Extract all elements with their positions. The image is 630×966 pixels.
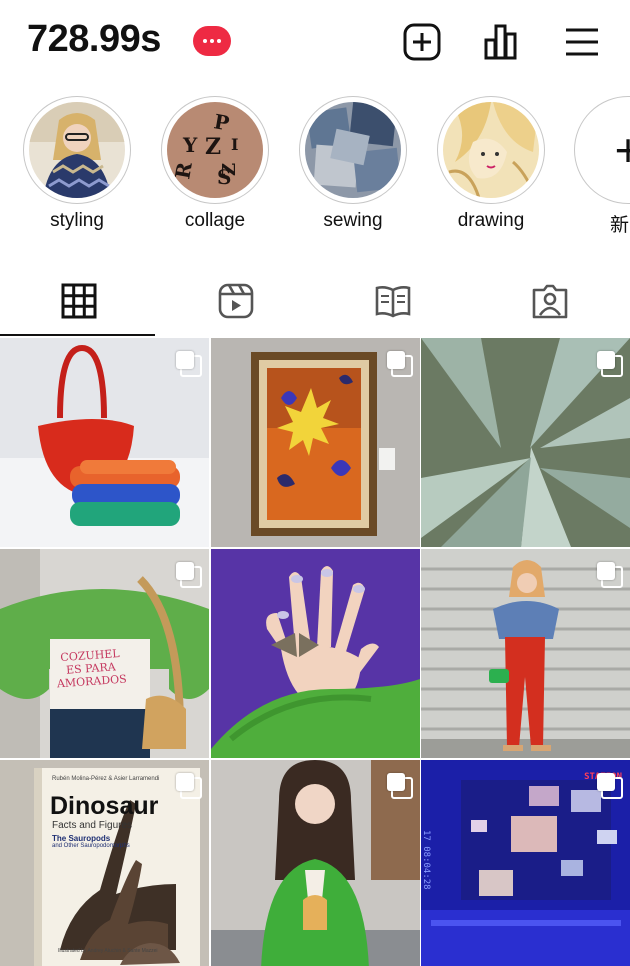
highlight-label: collage [184, 210, 246, 231]
tagged-icon [532, 284, 567, 319]
book-authors: Rubén Molina-Pérez & Asier Larramendi [52, 776, 160, 782]
tab-posts-grid[interactable] [0, 266, 157, 336]
multiple-photos-icon [176, 562, 202, 588]
post-thumbnail[interactable]: COZUHEL ES PARA AMORADOS [0, 549, 209, 758]
post-thumbnail[interactable] [211, 338, 420, 547]
post-thumbnail[interactable] [421, 338, 630, 547]
new-post-icon[interactable] [402, 22, 442, 62]
notification-badge[interactable] [193, 26, 231, 56]
highlight-label: sewing [323, 210, 383, 231]
active-tab-indicator [0, 334, 155, 336]
insights-icon[interactable] [482, 22, 522, 62]
post-thumbnail[interactable] [211, 760, 420, 966]
multiple-photos-icon [176, 773, 202, 799]
story-highlights: styling P Y Z I R S Z collage sewing dra… [0, 96, 630, 246]
svg-text:Y: Y [182, 133, 198, 157]
book-subtitle: Facts and Figures [52, 820, 133, 831]
svg-text:I: I [231, 135, 238, 154]
svg-text:Z: Z [205, 134, 221, 160]
profile-header: 728.99s [0, 0, 630, 86]
plus-icon: + [614, 124, 630, 176]
highlight-drawing[interactable]: drawing [436, 96, 546, 232]
highlight-label: styling [50, 210, 104, 231]
post-thumbnail[interactable]: Rubén Molina-Pérez & Asier Larramendi Di… [0, 760, 209, 966]
highlight-collage[interactable]: P Y Z I R S Z collage [160, 96, 270, 232]
multiple-photos-icon [597, 351, 623, 377]
highlight-sewing[interactable]: sewing [298, 96, 408, 232]
highlight-styling-cover [29, 102, 125, 198]
svg-text:Z: Z [219, 163, 240, 176]
post-thumbnail[interactable] [0, 338, 209, 547]
timestamp-overlay: 17 08:04:28 [421, 830, 431, 890]
post-thumbnail[interactable]: 17 08:04:28 STATION [421, 760, 630, 966]
multiple-photos-icon [387, 773, 413, 799]
reels-icon [218, 283, 253, 319]
highlight-new[interactable]: + 新 [574, 96, 630, 237]
guides-icon [375, 286, 410, 318]
highlight-collage-cover: P Y Z I R S Z [167, 102, 263, 198]
book-title: Dinosaur [50, 792, 159, 820]
shirt-print-text: COZUHEL ES PARA AMORADOS [56, 646, 128, 691]
profile-username[interactable]: 728.99s [27, 18, 161, 61]
highlight-styling[interactable]: styling [22, 96, 132, 232]
multiple-photos-icon [387, 351, 413, 377]
book-series: The Sauropods [52, 834, 111, 843]
highlight-sewing-cover [305, 102, 401, 198]
highlight-label: drawing [457, 210, 525, 231]
tab-guides[interactable] [314, 266, 471, 336]
book-illustrator: Illustrated by Andrey Atuchin & Sante Ma… [58, 948, 158, 954]
grid-icon [61, 283, 96, 319]
tab-tagged[interactable] [471, 266, 628, 336]
tab-reels[interactable] [157, 266, 314, 336]
profile-tabs [0, 266, 630, 338]
posts-grid: COZUHEL ES PARA AMORADOS Rubén Molina-Pé… [0, 338, 630, 966]
multiple-photos-icon [597, 773, 623, 799]
highlight-label: 新 [610, 215, 630, 236]
post-thumbnail[interactable] [421, 549, 630, 758]
multiple-photos-icon [597, 562, 623, 588]
post-thumbnail[interactable] [211, 549, 420, 758]
highlight-drawing-cover [443, 102, 539, 198]
multiple-photos-icon [176, 351, 202, 377]
book-series-sub: and Other Sauropodomorphs [52, 843, 130, 849]
menu-icon[interactable] [562, 22, 602, 62]
